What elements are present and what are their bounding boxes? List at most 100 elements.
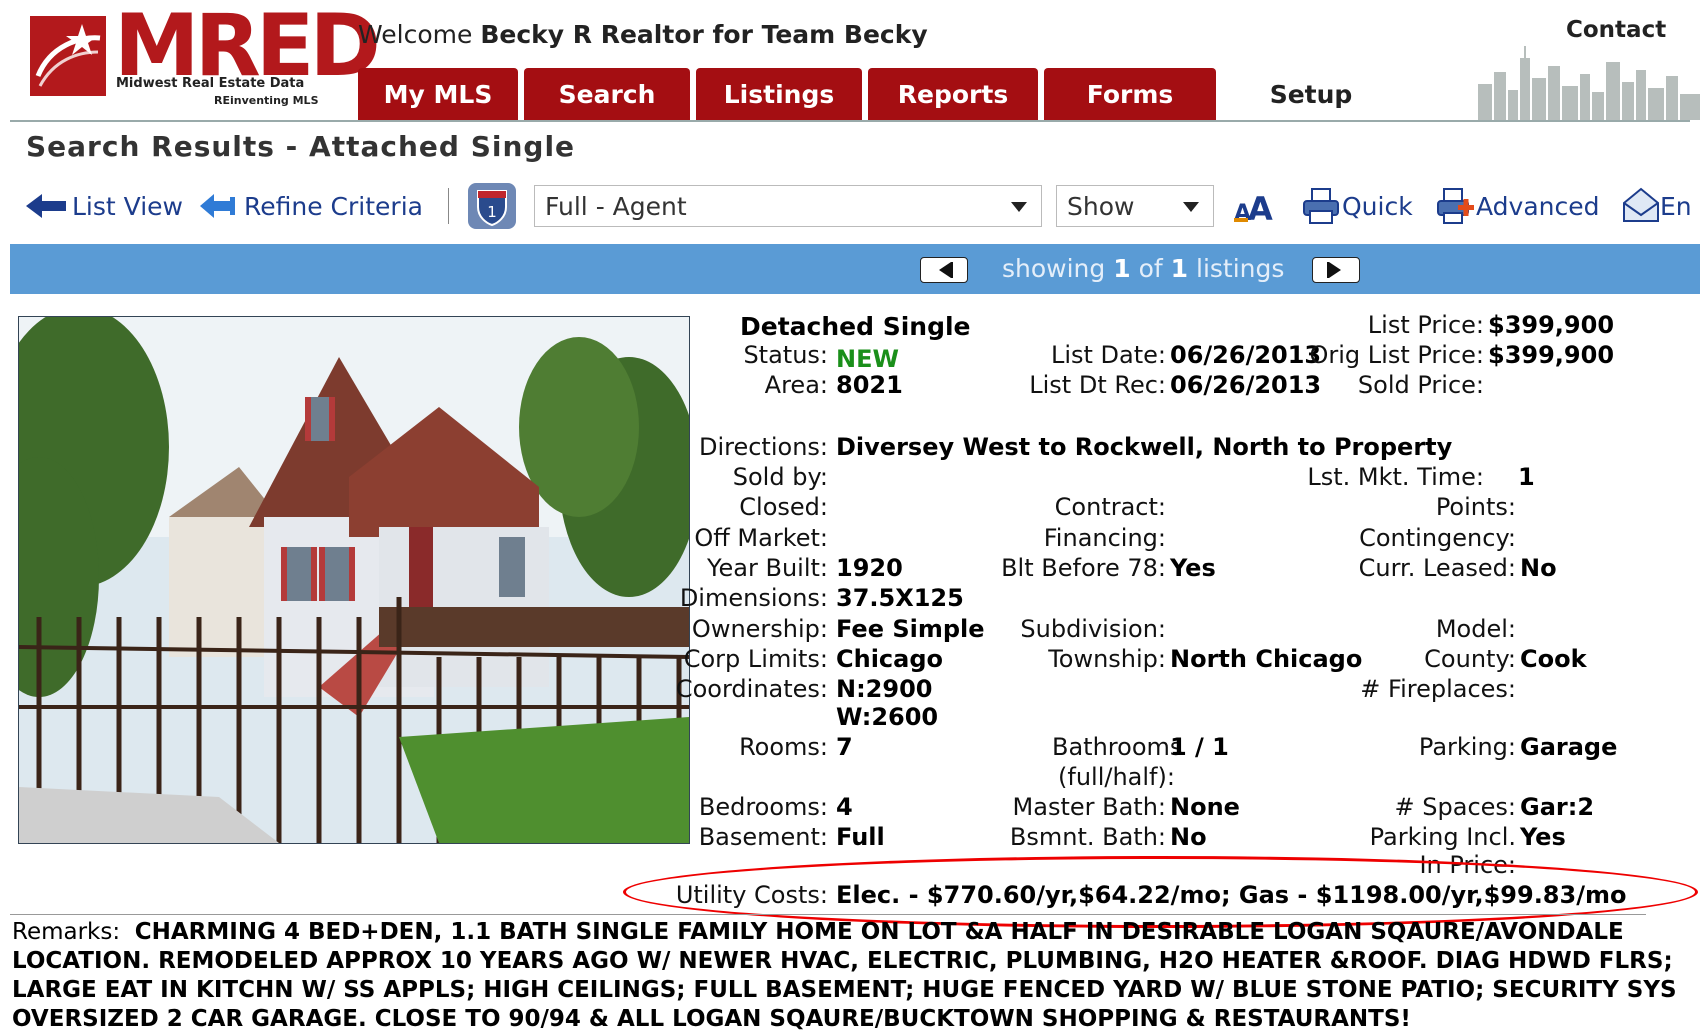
svg-text:A: A — [1248, 190, 1273, 226]
county-label: County: — [1424, 645, 1516, 673]
master-bath-value: None — [1170, 793, 1240, 821]
refine-criteria-link[interactable]: Refine Criteria — [200, 180, 423, 232]
mred-logo[interactable]: MRED Midwest Real Estate Data REinventin… — [30, 0, 381, 113]
interstate-shield-icon[interactable]: 1 — [468, 183, 516, 229]
email-link[interactable]: En — [1622, 180, 1692, 232]
list-date-value: 06/26/2013 — [1170, 341, 1322, 369]
rooms-value: 7 — [836, 733, 853, 761]
show-select-value: Show — [1067, 191, 1135, 221]
spaces-value: Gar:2 — [1520, 793, 1595, 821]
basement-value: Full — [836, 823, 885, 851]
bathrooms-sublabel: (full/half): — [1058, 763, 1175, 791]
status-label: Status: — [743, 341, 828, 369]
county-value: Cook — [1520, 645, 1587, 673]
contingency-label: Contingency: — [1359, 524, 1516, 552]
tab-my-mls[interactable]: My MLS — [358, 68, 518, 120]
list-date-label: List Date: — [1050, 341, 1166, 369]
ownership-label: Ownership: — [691, 615, 828, 643]
list-view-link[interactable]: List View — [26, 180, 183, 232]
tab-forms[interactable]: Forms — [1044, 68, 1216, 120]
email-icon — [1623, 187, 1659, 222]
basement-label: Basement: — [698, 823, 828, 851]
report-format-select[interactable]: Full - Agent — [534, 185, 1042, 227]
paging-status: showing 1 of 1 listings — [1002, 254, 1284, 283]
logo-star-icon — [30, 16, 106, 96]
directions-value: Diversey West to Rockwell, North to Prop… — [836, 433, 1453, 461]
list-price-value: $399,900 — [1488, 311, 1615, 339]
listing-photo[interactable] — [18, 316, 690, 844]
remarks: Remarks: CHARMING 4 BED+DEN, 1.1 BATH SI… — [12, 918, 1692, 1034]
triangle-left-icon — [939, 262, 953, 278]
show-select[interactable]: Show — [1056, 185, 1214, 227]
advanced-label: Advanced — [1476, 191, 1600, 221]
remarks-text: CHARMING 4 BED+DEN, 1.1 BATH SINGLE FAMI… — [12, 919, 1677, 1032]
welcome-user: Becky R Realtor for Team Becky — [480, 20, 928, 49]
coordinates-north-value: N:2900 — [836, 675, 933, 703]
sold-price-label: Sold Price: — [1357, 371, 1484, 399]
refine-arrow-icon — [200, 194, 235, 218]
list-dt-rec-label: List Dt Rec: — [1029, 371, 1166, 399]
chevron-down-icon — [1011, 202, 1027, 212]
contract-label: Contract: — [1054, 493, 1166, 521]
header: MRED Midwest Real Estate Data REinventin… — [0, 0, 1700, 122]
paging-bar: showing 1 of 1 listings — [10, 244, 1700, 294]
area-value: 8021 — [836, 371, 903, 399]
orig-list-price-label: Orig List Price: — [1309, 341, 1484, 369]
back-arrow-icon — [26, 194, 66, 218]
chevron-down-icon — [1183, 202, 1199, 212]
list-view-label: List View — [72, 191, 183, 221]
points-label: Points: — [1435, 493, 1516, 521]
list-price-label: List Price: — [1367, 311, 1484, 339]
year-built-label: Year Built: — [707, 554, 828, 582]
blt-before-78-label: Blt Before 78: — [1001, 554, 1166, 582]
model-label: Model: — [1435, 615, 1516, 643]
tab-listings[interactable]: Listings — [696, 68, 862, 120]
tab-setup[interactable]: Setup — [1222, 68, 1400, 120]
orig-list-price-value: $399,900 — [1488, 341, 1615, 369]
remarks-label: Remarks: — [12, 919, 121, 945]
directions-label: Directions: — [698, 433, 828, 461]
page-title: Search Results - Attached Single — [26, 130, 576, 163]
previous-listing-button[interactable] — [920, 257, 968, 283]
welcome-message: Welcome Becky R Realtor for Team Becky — [358, 20, 928, 49]
email-label: En — [1660, 191, 1692, 221]
advanced-print-link[interactable]: Advanced — [1436, 180, 1600, 232]
logo-tagline: REinventing MLS — [214, 94, 319, 107]
next-listing-button[interactable] — [1312, 257, 1360, 283]
subdivision-label: Subdivision: — [1020, 615, 1166, 643]
paging-suffix: listings — [1196, 254, 1285, 283]
curr-leased-label: Curr. Leased: — [1358, 554, 1516, 582]
text-size-button[interactable]: A A — [1232, 180, 1276, 232]
tab-search[interactable]: Search — [524, 68, 690, 120]
bedrooms-label: Bedrooms: — [698, 793, 828, 821]
list-dt-rec-value: 06/26/2013 — [1170, 371, 1322, 399]
corp-limits-label: Corp Limits: — [683, 645, 828, 673]
lst-mkt-time-value: 1 — [1518, 463, 1535, 491]
status-value: NEW — [836, 345, 899, 373]
parking-incl-label: Parking Incl. — [1369, 823, 1516, 851]
township-value: North Chicago — [1170, 645, 1363, 673]
refine-criteria-label: Refine Criteria — [244, 191, 423, 221]
printer-icon — [1303, 188, 1339, 224]
fireplaces-label: # Fireplaces: — [1360, 675, 1516, 703]
header-divider — [10, 120, 1690, 122]
dimensions-label: Dimensions: — [679, 584, 828, 612]
city-skyline-icon — [1478, 46, 1700, 120]
sold-by-label: Sold by: — [732, 463, 828, 491]
quick-print-link[interactable]: Quick — [1302, 180, 1413, 232]
area-label: Area: — [764, 371, 828, 399]
bathrooms-label: Bathrooms — [1052, 733, 1183, 761]
welcome-prefix: Welcome — [358, 20, 473, 49]
parking-label: Parking: — [1418, 733, 1516, 761]
financing-label: Financing: — [1043, 524, 1166, 552]
bsmnt-bath-value: No — [1170, 823, 1207, 851]
ownership-value: Fee Simple — [836, 615, 985, 643]
closed-label: Closed: — [739, 493, 828, 521]
font-size-icon: A A — [1234, 190, 1273, 226]
printer-plus-icon — [1437, 188, 1474, 224]
master-bath-label: Master Bath: — [1012, 793, 1166, 821]
coordinates-label: Coordinates: — [675, 675, 828, 703]
year-built-value: 1920 — [836, 554, 903, 582]
tab-reports[interactable]: Reports — [868, 68, 1038, 120]
rooms-label: Rooms: — [739, 733, 828, 761]
